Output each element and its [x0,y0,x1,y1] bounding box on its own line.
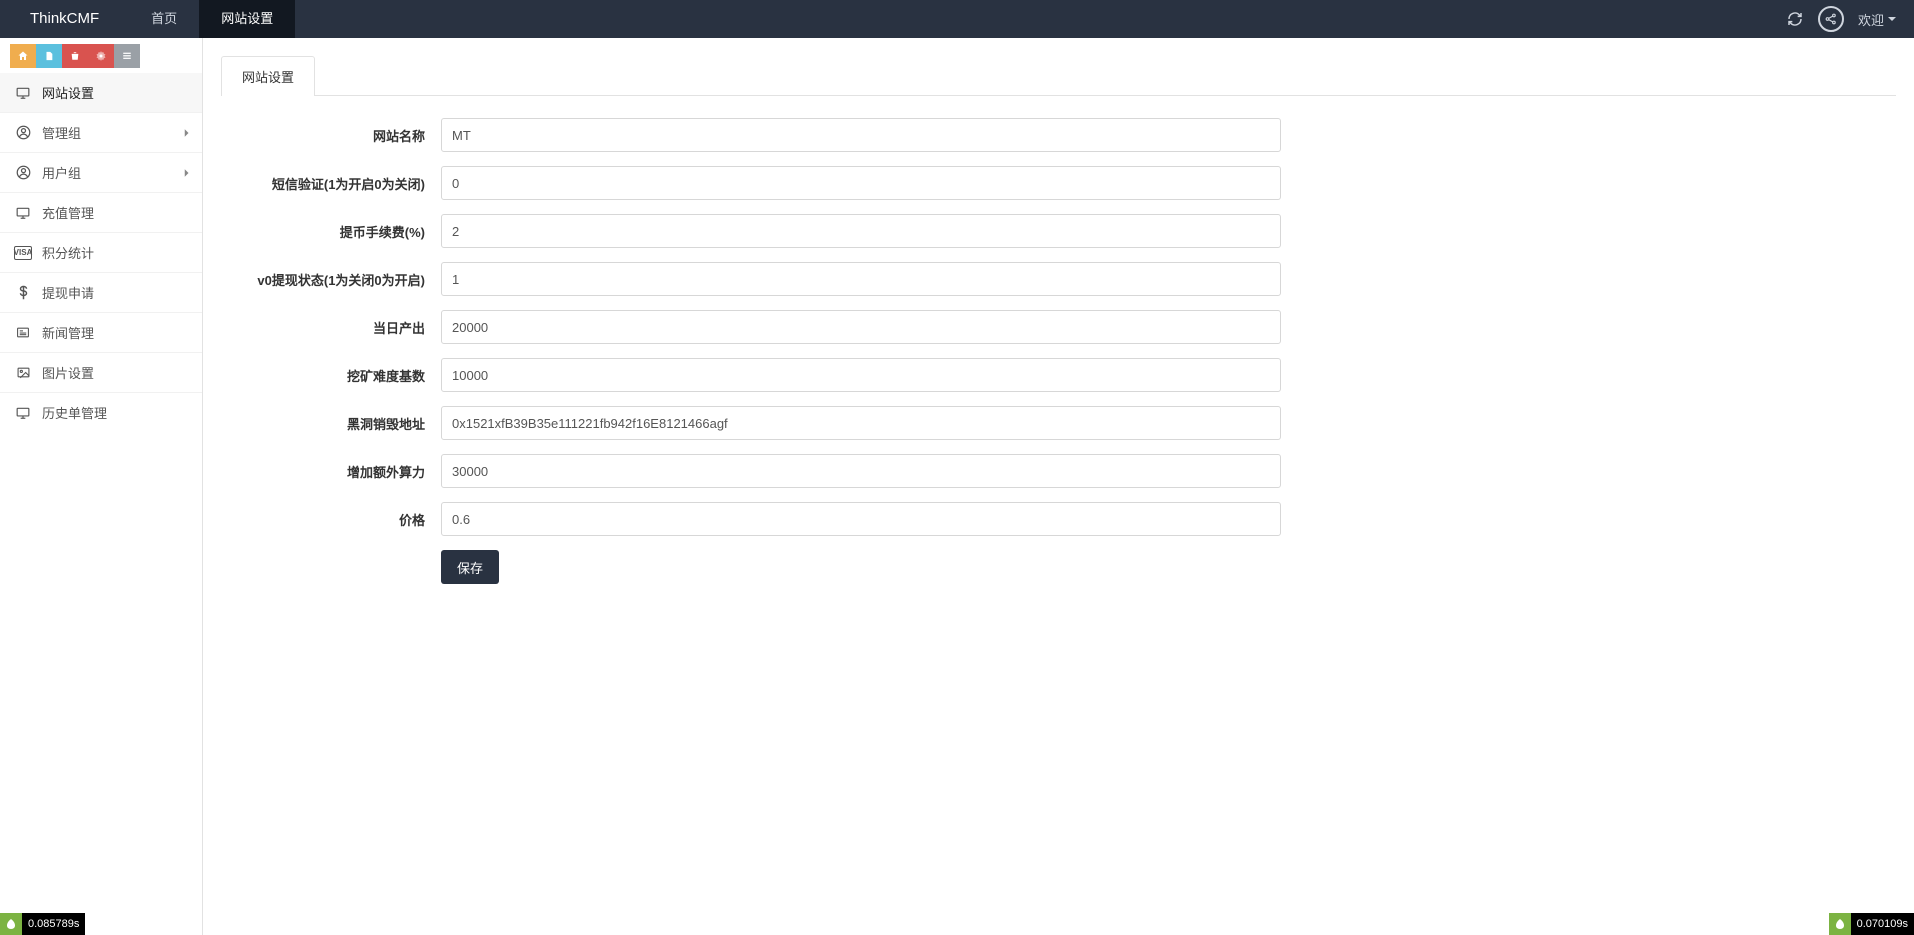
sidebar-toolbar [0,38,202,73]
sidebar-item-images[interactable]: 图片设置 [0,352,202,392]
leaf-icon [1829,913,1851,935]
sidebar-item-news[interactable]: 新闻管理 [0,312,202,352]
debug-timer-left: 0.085789s [0,913,85,935]
toolbar-list-button[interactable] [114,44,140,68]
label-sms: 短信验证(1为开启0为关闭) [221,174,441,193]
sidebar-item-label: 新闻管理 [42,323,94,342]
top-navbar: ThinkCMF 首页 网站设置 欢迎 [0,0,1914,38]
input-extra-hash[interactable] [441,454,1281,488]
debug-timer-value: 0.070109s [1851,913,1914,935]
toolbar-trash-button[interactable] [62,44,88,68]
sidebar-item-label: 提现申请 [42,283,94,302]
news-icon [14,326,32,340]
input-burn-address[interactable] [441,406,1281,440]
chevron-right-icon [184,128,190,138]
user-circle-icon [14,166,32,180]
label-difficulty: 挖矿难度基数 [221,366,441,385]
sidebar-item-label: 用户组 [42,163,81,182]
form-row: 增加额外算力 [221,454,1341,488]
leaf-icon [0,913,22,935]
form-row: 挖矿难度基数 [221,358,1341,392]
toolbar-home-button[interactable] [10,44,36,68]
share-icon[interactable] [1818,6,1844,32]
input-v0[interactable] [441,262,1281,296]
image-icon [14,366,32,380]
sidebar-item-label: 积分统计 [42,243,94,262]
dollar-icon [14,286,32,300]
sidebar-item-user-group[interactable]: 用户组 [0,152,202,192]
label-daily: 当日产出 [221,318,441,337]
chevron-right-icon [184,168,190,178]
toolbar-gear-button[interactable] [88,44,114,68]
sidebar-item-label: 管理组 [42,123,81,142]
form-row: 当日产出 [221,310,1341,344]
user-menu-label: 欢迎 [1858,10,1884,29]
label-burn-address: 黑洞销毁地址 [221,414,441,433]
settings-form: 网站名称 短信验证(1为开启0为关闭) 提币手续费(%) v0提现状态(1为关闭… [221,118,1341,584]
top-nav: 首页 网站设置 [129,0,295,38]
monitor-icon [14,406,32,420]
nav-settings[interactable]: 网站设置 [199,0,295,38]
monitor-icon [14,86,32,100]
user-circle-icon [14,126,32,140]
user-menu[interactable]: 欢迎 [1858,10,1896,29]
sidebar: 网站设置 管理组 用户组 充值管理 VISA 积分统计 [0,38,203,935]
visa-icon: VISA [14,246,32,260]
debug-timer-value: 0.085789s [22,913,85,935]
input-price[interactable] [441,502,1281,536]
brand-logo[interactable]: ThinkCMF [0,0,129,38]
save-button[interactable]: 保存 [441,550,499,584]
nav-home[interactable]: 首页 [129,0,199,38]
sidebar-item-history[interactable]: 历史单管理 [0,392,202,432]
label-site-name: 网站名称 [221,126,441,145]
monitor-icon [14,206,32,220]
sidebar-menu: 网站设置 管理组 用户组 充值管理 VISA 积分统计 [0,73,202,432]
form-row: 网站名称 [221,118,1341,152]
sidebar-item-admin-group[interactable]: 管理组 [0,112,202,152]
sidebar-item-withdraw[interactable]: 提现申请 [0,272,202,312]
navbar-right: 欢迎 [1786,0,1914,38]
form-row: 短信验证(1为开启0为关闭) [221,166,1341,200]
form-row: 黑洞销毁地址 [221,406,1341,440]
label-extra-hash: 增加额外算力 [221,462,441,481]
sidebar-item-label: 历史单管理 [42,403,107,422]
label-price: 价格 [221,510,441,529]
sidebar-item-points[interactable]: VISA 积分统计 [0,232,202,272]
form-row: v0提现状态(1为关闭0为开启) [221,262,1341,296]
caret-down-icon [1888,17,1896,21]
input-difficulty[interactable] [441,358,1281,392]
label-fee: 提币手续费(%) [221,222,441,241]
input-fee[interactable] [441,214,1281,248]
form-row: 提币手续费(%) [221,214,1341,248]
sidebar-item-label: 网站设置 [42,83,94,102]
sidebar-item-label: 图片设置 [42,363,94,382]
toolbar-file-button[interactable] [36,44,62,68]
tabs: 网站设置 [221,56,1896,96]
sidebar-item-label: 充值管理 [42,203,94,222]
main-content: 网站设置 网站名称 短信验证(1为开启0为关闭) 提币手续费(%) v0提现状态… [203,38,1914,935]
label-v0: v0提现状态(1为关闭0为开启) [221,270,441,289]
input-sms[interactable] [441,166,1281,200]
form-row: 价格 [221,502,1341,536]
tab-site-settings[interactable]: 网站设置 [221,56,315,96]
refresh-icon[interactable] [1786,10,1804,28]
input-daily[interactable] [441,310,1281,344]
sidebar-item-site-settings[interactable]: 网站设置 [0,73,202,112]
debug-timer-right: 0.070109s [1829,913,1914,935]
input-site-name[interactable] [441,118,1281,152]
sidebar-item-recharge[interactable]: 充值管理 [0,192,202,232]
